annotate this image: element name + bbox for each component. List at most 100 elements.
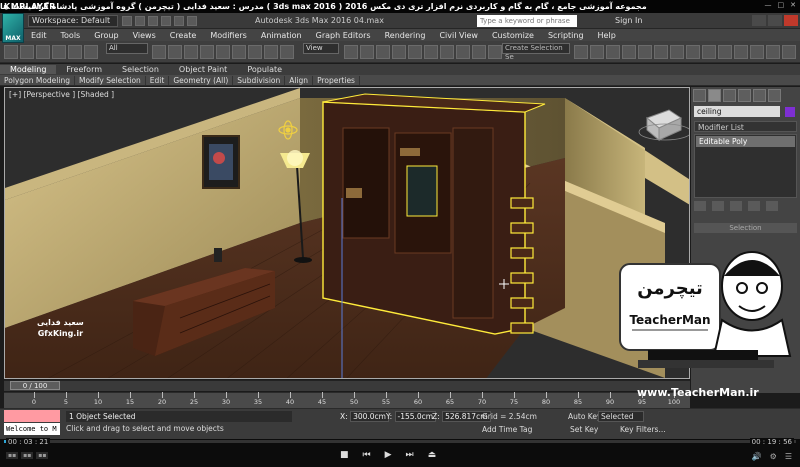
menu-icon[interactable]: ☰ xyxy=(785,452,792,461)
menu-item-tools[interactable]: Tools xyxy=(54,31,88,40)
viewport-label[interactable]: [+] [Perspective ] [Shaded ] xyxy=(9,90,114,99)
toolbar-button-1[interactable] xyxy=(20,45,34,59)
ribbon-tab-freeform[interactable]: Freeform xyxy=(56,65,112,74)
toolbar-button-31[interactable] xyxy=(670,45,684,59)
toolbar-button-37[interactable] xyxy=(766,45,780,59)
project-icon[interactable] xyxy=(187,16,197,26)
remove-modifier-icon[interactable] xyxy=(748,201,760,211)
badge-1[interactable]: ▪▪ xyxy=(6,452,19,459)
modifier-list-dropdown[interactable]: Modifier List xyxy=(694,121,797,132)
menu-item-create[interactable]: Create xyxy=(163,31,204,40)
make-unique-icon[interactable] xyxy=(730,201,742,211)
toolbar-button-29[interactable] xyxy=(638,45,652,59)
ribbon-panel-subdivision[interactable]: Subdivision xyxy=(233,75,286,85)
eject-icon[interactable]: ⏏ xyxy=(428,450,437,460)
toolbar-button-38[interactable] xyxy=(782,45,796,59)
maxscript-listener-output[interactable]: Welcome to M xyxy=(4,423,60,435)
time-slider-track[interactable] xyxy=(4,380,690,391)
open-icon[interactable] xyxy=(135,16,145,26)
menu-item-views[interactable]: Views xyxy=(126,31,163,40)
toolbar-button-32[interactable] xyxy=(686,45,700,59)
toolbar-button-18[interactable] xyxy=(392,45,406,59)
set-key-button[interactable]: Set Key xyxy=(570,425,598,434)
toolbar-button-11[interactable] xyxy=(232,45,246,59)
toolbar-button-13[interactable] xyxy=(264,45,278,59)
toolbar-button-21[interactable] xyxy=(440,45,454,59)
utilities-tab-icon[interactable] xyxy=(768,89,781,102)
create-selection-set-dropdown[interactable]: Create Selection Se xyxy=(502,43,570,61)
selection-rollout[interactable]: Selection xyxy=(694,223,797,233)
minimize-button[interactable] xyxy=(752,15,766,26)
toolbar-button-2[interactable] xyxy=(36,45,50,59)
sign-in-button[interactable]: Sign In xyxy=(615,16,642,25)
redo-icon[interactable] xyxy=(174,16,184,26)
menu-item-help[interactable]: Help xyxy=(591,31,623,40)
key-set-dropdown[interactable]: Selected xyxy=(598,411,644,422)
previous-icon[interactable]: ⏮ xyxy=(363,450,371,460)
create-tab-icon[interactable] xyxy=(693,89,706,102)
auto-key-button[interactable]: Auto Key xyxy=(568,412,601,421)
toolbar-button-19[interactable] xyxy=(408,45,422,59)
toolbar-button-24[interactable] xyxy=(488,45,502,59)
toolbar-button-9[interactable] xyxy=(200,45,214,59)
toolbar-button-20[interactable] xyxy=(424,45,438,59)
search-input[interactable]: Type a keyword or phrase xyxy=(477,15,577,27)
toolbar-button-36[interactable] xyxy=(750,45,764,59)
minimize-icon[interactable]: — xyxy=(765,1,772,9)
pin-stack-icon[interactable] xyxy=(694,201,706,211)
show-end-result-icon[interactable] xyxy=(712,201,724,211)
maximize-icon[interactable]: □ xyxy=(778,1,785,9)
badge-3[interactable]: ▪▪ xyxy=(36,452,49,459)
display-tab-icon[interactable] xyxy=(753,89,766,102)
next-icon[interactable]: ⏭ xyxy=(406,450,414,460)
new-icon[interactable] xyxy=(122,16,132,26)
ribbon-tab-object-paint[interactable]: Object Paint xyxy=(169,65,237,74)
reference-coordinate-dropdown[interactable]: View xyxy=(303,43,339,54)
menu-item-customize[interactable]: Customize xyxy=(485,31,541,40)
toolbar-button-4[interactable] xyxy=(68,45,82,59)
stack-item-editable-poly[interactable]: Editable Poly xyxy=(696,136,795,147)
toolbar-button-15[interactable] xyxy=(344,45,358,59)
toolbar-button-14[interactable] xyxy=(280,45,294,59)
ribbon-panel-align[interactable]: Align xyxy=(285,75,314,85)
workspace-dropdown[interactable]: Workspace: Default xyxy=(28,15,118,27)
ribbon-tab-selection[interactable]: Selection xyxy=(112,65,169,74)
toolbar-button-3[interactable] xyxy=(52,45,66,59)
toolbar-button-30[interactable] xyxy=(654,45,668,59)
undo-icon[interactable] xyxy=(161,16,171,26)
toolbar-button-23[interactable] xyxy=(472,45,486,59)
y-coordinate[interactable]: Y: -155.0cm xyxy=(386,411,437,422)
volume-icon[interactable]: 🔊 xyxy=(752,452,762,461)
badge-2[interactable]: ▪▪ xyxy=(21,452,34,459)
toolbar-button-7[interactable] xyxy=(168,45,182,59)
modify-tab-icon[interactable] xyxy=(708,89,721,102)
settings-icon[interactable]: ⚙ xyxy=(770,452,777,461)
player-window-controls[interactable]: — □ ✕ xyxy=(765,1,797,9)
toolbar-button-16[interactable] xyxy=(360,45,374,59)
object-color-swatch[interactable] xyxy=(785,106,795,117)
stop-icon[interactable]: ■ xyxy=(340,450,349,460)
object-name-field[interactable]: ceiling xyxy=(694,106,780,117)
ribbon-panel-edit[interactable]: Edit xyxy=(146,75,170,85)
menu-item-edit[interactable]: Edit xyxy=(24,31,54,40)
toolbar-button-25[interactable] xyxy=(574,45,588,59)
selection-filter-dropdown[interactable]: All xyxy=(106,43,148,54)
menu-item-graph-editors[interactable]: Graph Editors xyxy=(309,31,378,40)
motion-tab-icon[interactable] xyxy=(738,89,751,102)
save-icon[interactable] xyxy=(148,16,158,26)
time-slider[interactable]: 0 / 100 xyxy=(10,381,60,390)
restore-button[interactable] xyxy=(768,15,782,26)
hierarchy-tab-icon[interactable] xyxy=(723,89,736,102)
seek-bar[interactable] xyxy=(4,440,796,443)
ribbon-tab-populate[interactable]: Populate xyxy=(237,65,292,74)
ribbon-panel-polygon-modeling[interactable]: Polygon Modeling xyxy=(0,75,75,85)
menu-item-modifiers[interactable]: Modifiers xyxy=(203,31,254,40)
toolbar-button-34[interactable] xyxy=(718,45,732,59)
toolbar-button-6[interactable] xyxy=(152,45,166,59)
toolbar-button-27[interactable] xyxy=(606,45,620,59)
menu-item-animation[interactable]: Animation xyxy=(254,31,309,40)
menu-item-group[interactable]: Group xyxy=(87,31,125,40)
menu-item-scripting[interactable]: Scripting xyxy=(541,31,591,40)
toolbar-button-17[interactable] xyxy=(376,45,390,59)
toolbar-button-12[interactable] xyxy=(248,45,262,59)
